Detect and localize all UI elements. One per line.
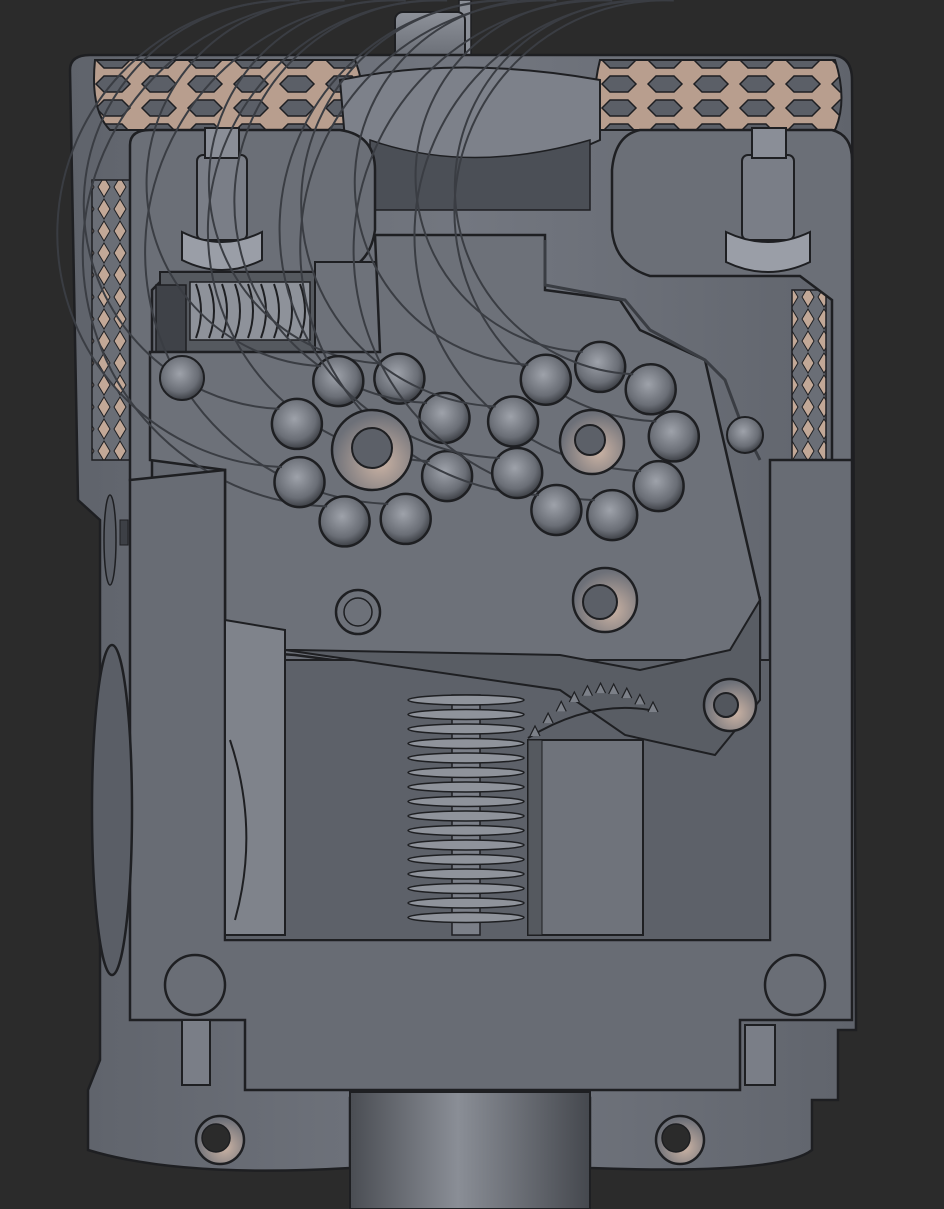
- cad-render-viewport: [0, 0, 944, 1209]
- lower-screw-left: [181, 1019, 211, 1086]
- hole-right-8: [519, 353, 573, 406]
- plate-bolt-bore: [582, 584, 618, 620]
- lower-boss-right: [763, 953, 827, 1017]
- fin-6: [407, 781, 525, 793]
- mount-hole-right-through: [661, 1123, 691, 1153]
- fin-8: [407, 810, 525, 822]
- side-notch: [119, 519, 129, 546]
- mount-hole-left-through: [201, 1123, 231, 1153]
- fin-14: [407, 897, 525, 909]
- hole-right-7: [486, 395, 540, 448]
- hole-right-0: [573, 340, 627, 394]
- hole-left-5: [273, 455, 326, 509]
- side-bore: [90, 643, 134, 977]
- fin-5: [407, 766, 525, 779]
- fin-3: [407, 737, 525, 750]
- ear-screw-right: [726, 416, 764, 454]
- fin-0: [407, 694, 525, 706]
- hole-right-4: [585, 488, 639, 542]
- top-mesh-right: [594, 59, 843, 131]
- side-vent-right: [791, 289, 827, 461]
- motor-block: [527, 739, 644, 936]
- gear-bore-right: [574, 424, 606, 456]
- fin-2: [407, 723, 525, 735]
- hole-left-6: [270, 397, 324, 451]
- screw-head-right: [751, 127, 787, 159]
- lower-boss-left: [163, 953, 227, 1017]
- hole-right-6: [490, 446, 544, 500]
- hole-right-1: [624, 363, 677, 416]
- fin-4: [407, 752, 525, 764]
- fin-15: [407, 911, 525, 924]
- fin-9: [407, 824, 525, 837]
- side-fan-body: [224, 618, 286, 936]
- extruder-cross-section-drawing: [56, 0, 858, 1209]
- motor-block-edge: [527, 739, 543, 936]
- fin-1: [407, 708, 525, 721]
- hole-left-4: [318, 495, 371, 548]
- fin-13: [407, 882, 525, 895]
- hole-right-2: [647, 410, 701, 463]
- side-slot: [103, 494, 117, 586]
- gear-bore-left: [351, 427, 393, 469]
- hole-right-3: [632, 459, 685, 513]
- screw-right: [741, 154, 795, 241]
- hole-left-1: [418, 391, 471, 445]
- hole-right-5: [530, 483, 583, 537]
- ear-screw-left: [159, 355, 205, 401]
- fin-12: [407, 868, 525, 880]
- lower-screw-right: [744, 1024, 776, 1086]
- arm-pivot-bore: [713, 692, 739, 718]
- side-vent-left: [91, 179, 131, 461]
- idler-edge-shadow: [155, 284, 187, 356]
- screw-left: [196, 154, 248, 241]
- fin-7: [407, 795, 525, 808]
- fin-10: [407, 839, 525, 851]
- heater-block: [349, 1091, 591, 1209]
- retaining-clip-inner: [343, 597, 373, 627]
- hole-left-3: [379, 492, 432, 546]
- fin-11: [407, 853, 525, 866]
